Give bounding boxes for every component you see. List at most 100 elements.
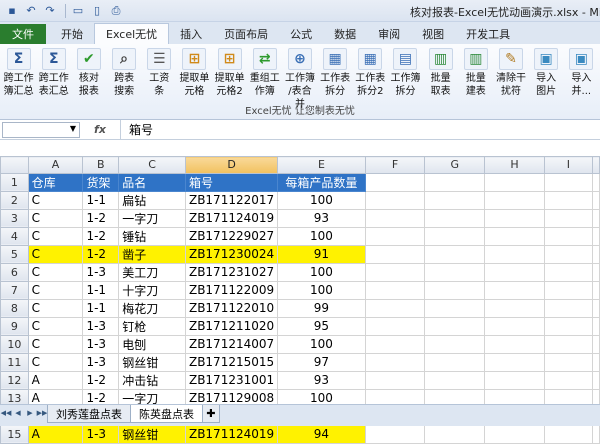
cell[interactable]: 100 [277,280,366,300]
cell[interactable] [364,226,426,246]
row-header[interactable]: 5 [0,244,29,264]
cell[interactable]: 钢丝钳 [118,424,186,444]
cell[interactable] [484,190,545,210]
cell[interactable]: C [27,316,84,336]
cell[interactable]: 1-2 [82,208,120,228]
row-header[interactable]: 7 [0,280,29,300]
cell[interactable] [484,280,545,300]
cell[interactable] [364,190,426,210]
row-header[interactable]: 8 [0,298,29,318]
cell[interactable] [592,352,600,372]
cell[interactable] [484,172,545,192]
cell[interactable]: ZB171124019 [184,208,279,228]
cell[interactable] [364,280,426,300]
cell[interactable]: 钢丝钳 [118,352,186,372]
cell[interactable] [424,208,486,228]
sheet-tab[interactable]: 刘秀莲盘点表 [47,405,131,423]
column-header-B[interactable]: B [82,156,120,174]
cell[interactable]: 95 [277,316,366,336]
column-header-D[interactable]: D [184,156,279,174]
cell[interactable] [592,172,600,192]
cell[interactable]: 货架 [82,172,120,192]
cell[interactable] [592,370,600,390]
cell[interactable] [484,226,545,246]
cell[interactable]: C [27,190,84,210]
cell[interactable] [364,208,426,228]
row-header[interactable]: 11 [0,352,29,372]
cell[interactable] [592,244,600,264]
cell[interactable]: 1-3 [82,316,120,336]
cell[interactable] [424,226,486,246]
cell[interactable]: ZB171214007 [184,334,279,354]
cell[interactable]: ZB171215015 [184,352,279,372]
cell[interactable] [592,334,600,354]
cell[interactable] [364,172,426,192]
formula-input[interactable]: 箱号 [120,119,600,140]
cell[interactable]: 1-2 [82,244,120,264]
cell[interactable]: 扁钻 [118,190,186,210]
cell[interactable] [592,298,600,318]
cell[interactable]: 锤钻 [118,226,186,246]
row-header[interactable]: 9 [0,316,29,336]
cell[interactable] [543,424,594,444]
column-header-G[interactable]: G [424,156,486,174]
print-preview-icon[interactable]: ⎙ [108,3,124,19]
cell[interactable] [484,298,545,318]
cell[interactable]: A [27,424,84,444]
cell[interactable]: C [27,334,84,354]
cell[interactable] [364,352,426,372]
cell[interactable] [484,352,545,372]
cell[interactable] [543,190,594,210]
column-header-A[interactable]: A [27,156,84,174]
cell[interactable] [484,208,545,228]
cell[interactable] [592,190,600,210]
tab-page-layout[interactable]: 页面布局 [213,24,279,44]
cell[interactable] [484,316,545,336]
cell[interactable] [424,298,486,318]
row-header[interactable]: 3 [0,208,29,228]
cell[interactable]: ZB171122010 [184,298,279,318]
cell[interactable] [364,316,426,336]
cell[interactable] [364,298,426,318]
cell[interactable] [543,298,594,318]
row-header[interactable]: 4 [0,226,29,246]
cell[interactable]: 钉枪 [118,316,186,336]
row-header[interactable]: 15 [0,424,29,444]
cell[interactable] [543,352,594,372]
row-header[interactable]: 12 [0,370,29,390]
cell[interactable] [543,316,594,336]
redo-icon[interactable]: ↷ [42,3,58,19]
cell[interactable]: 1-2 [82,226,120,246]
cell[interactable]: 箱号 [184,172,279,192]
cell[interactable] [543,370,594,390]
row-header[interactable]: 1 [0,172,29,192]
cell[interactable]: 凿子 [118,244,186,264]
tab-file[interactable]: 文件 [0,24,46,44]
cell[interactable]: C [27,298,84,318]
cell[interactable] [364,262,426,282]
new-sheet-icon[interactable]: ✚ [202,405,220,423]
cell[interactable] [364,424,426,444]
chevron-down-icon[interactable]: ▼ [70,124,76,133]
cell[interactable]: ZB171211020 [184,316,279,336]
cell[interactable] [484,334,545,354]
tab-view[interactable]: 视图 [411,24,455,44]
row-header[interactable]: 10 [0,334,29,354]
save-icon[interactable]: ▪ [4,3,20,19]
column-header-C[interactable]: C [118,156,186,174]
cell[interactable]: 97 [277,352,366,372]
cell[interactable] [484,262,545,282]
cell[interactable] [592,280,600,300]
tab-data[interactable]: 数据 [323,24,367,44]
cell[interactable] [543,280,594,300]
cell[interactable] [543,334,594,354]
cell[interactable]: 美工刀 [118,262,186,282]
cell[interactable]: 1-3 [82,424,120,444]
cell[interactable]: 1-1 [82,190,120,210]
cell[interactable]: 一字刀 [118,208,186,228]
cell[interactable]: 电刨 [118,334,186,354]
cell[interactable] [543,244,594,264]
next-sheet-icon[interactable]: ▶ [24,405,36,417]
column-header-H[interactable]: H [484,156,545,174]
cell[interactable]: C [27,208,84,228]
